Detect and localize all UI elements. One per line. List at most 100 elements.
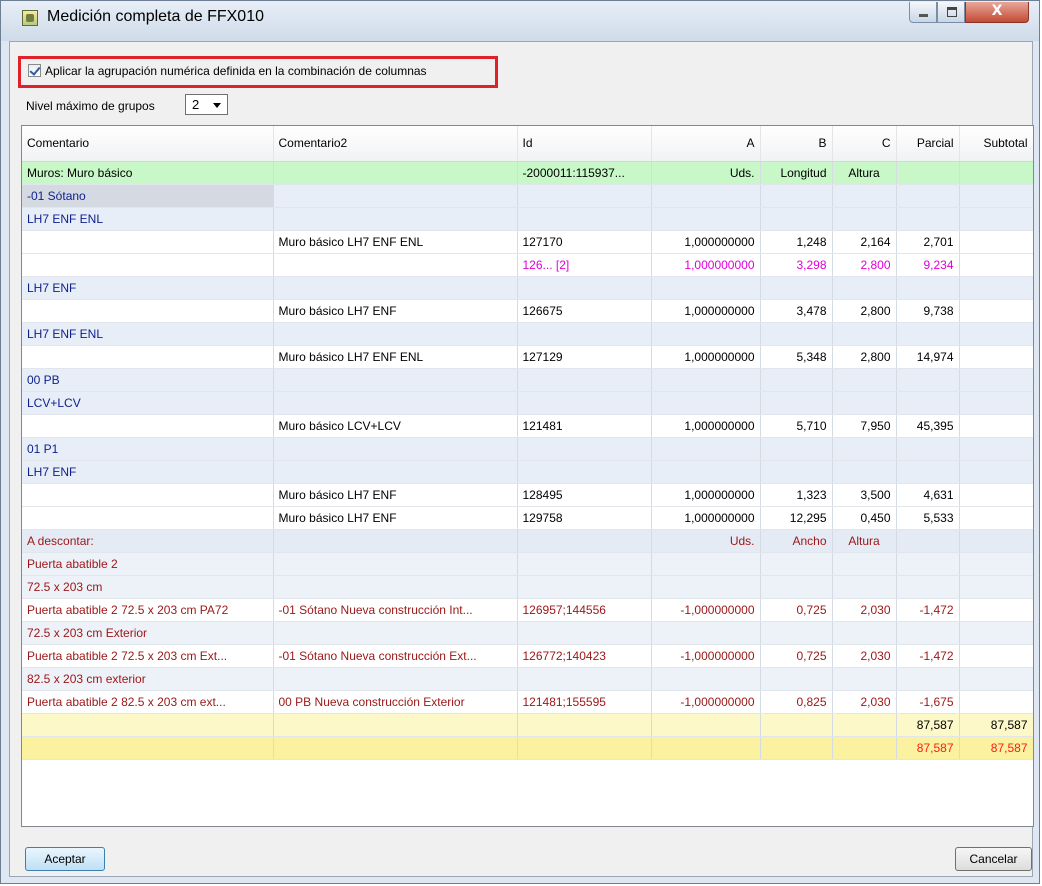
table-cell[interactable]: 2,800 — [832, 345, 897, 369]
table-cell[interactable] — [896, 207, 960, 231]
table-cell[interactable] — [651, 184, 761, 208]
table-row[interactable]: LCV+LCV — [22, 391, 1033, 415]
table-cell[interactable]: 126772;140423 — [517, 644, 652, 668]
table-cell[interactable] — [22, 506, 274, 530]
minimize-button[interactable] — [909, 2, 937, 23]
table-cell[interactable] — [22, 253, 274, 277]
table-cell[interactable] — [273, 391, 518, 415]
table-cell[interactable]: Muro básico LH7 ENF ENL — [273, 230, 518, 254]
table-cell[interactable]: 0,725 — [760, 598, 833, 622]
table-row[interactable]: Muro básico LH7 ENF 128495 1,000000000 1,32… — [22, 483, 1033, 507]
table-cell[interactable]: -1,472 — [896, 598, 960, 622]
table-cell[interactable] — [959, 322, 1033, 346]
table-cell[interactable]: 126... [2] — [517, 253, 652, 277]
table-cell[interactable]: 121481;155595 — [517, 690, 652, 714]
table-row[interactable]: 72.5 x 203 cm — [22, 575, 1033, 599]
table-cell[interactable]: 1,000000000 — [651, 230, 761, 254]
table-cell[interactable] — [651, 368, 761, 392]
table-cell[interactable] — [273, 368, 518, 392]
table-cell[interactable] — [959, 184, 1033, 208]
table-cell[interactable] — [959, 506, 1033, 530]
table-cell[interactable] — [517, 460, 652, 484]
table-row[interactable]: 01 P1 — [22, 437, 1033, 461]
table-cell[interactable] — [760, 207, 833, 231]
table-cell[interactable] — [832, 184, 897, 208]
table-cell[interactable] — [896, 552, 960, 576]
table-cell[interactable]: A descontar: — [22, 529, 274, 553]
table-cell[interactable]: 00 PB Nueva construcción Exterior — [273, 690, 518, 714]
table-cell[interactable] — [651, 276, 761, 300]
table-cell[interactable]: 45,395 — [896, 414, 960, 438]
table-cell[interactable] — [760, 667, 833, 691]
table-row[interactable]: 87,587 87,587 — [22, 736, 1033, 760]
table-cell[interactable] — [896, 276, 960, 300]
table-cell[interactable] — [760, 437, 833, 461]
table-cell[interactable] — [273, 161, 518, 185]
table-cell[interactable]: -1,000000000 — [651, 598, 761, 622]
table-row[interactable]: 87,587 87,587 — [22, 713, 1033, 737]
table-cell[interactable]: Puerta abatible 2 72.5 x 203 cm Ext... — [22, 644, 274, 668]
table-row[interactable]: LH7 ENF ENL — [22, 207, 1033, 231]
table-cell[interactable] — [959, 207, 1033, 231]
table-cell[interactable] — [959, 230, 1033, 254]
table-cell[interactable] — [832, 322, 897, 346]
column-header-comentario2[interactable]: Comentario2 — [273, 126, 518, 162]
table-cell[interactable]: Puerta abatible 2 82.5 x 203 cm ext... — [22, 690, 274, 714]
table-cell[interactable] — [896, 575, 960, 599]
table-cell[interactable] — [273, 736, 518, 760]
table-cell[interactable] — [273, 621, 518, 645]
table-cell[interactable] — [959, 483, 1033, 507]
table-cell[interactable] — [273, 437, 518, 461]
table-cell[interactable]: 2,800 — [832, 253, 897, 277]
table-cell[interactable]: -01 Sótano — [22, 184, 274, 208]
cancel-button[interactable]: Cancelar — [955, 847, 1032, 871]
table-cell[interactable] — [760, 460, 833, 484]
table-cell[interactable] — [273, 552, 518, 576]
table-cell[interactable] — [832, 207, 897, 231]
table-cell[interactable] — [517, 529, 652, 553]
max-groups-select[interactable]: 2 — [185, 94, 228, 115]
table-cell[interactable] — [959, 644, 1033, 668]
table-cell[interactable] — [959, 345, 1033, 369]
table-cell[interactable]: 1,248 — [760, 230, 833, 254]
table-cell[interactable] — [651, 713, 761, 737]
table-row[interactable]: Muro básico LCV+LCV 121481 1,000000000 5,71… — [22, 414, 1033, 438]
table-cell[interactable] — [832, 460, 897, 484]
table-cell[interactable] — [22, 483, 274, 507]
table-cell[interactable] — [832, 575, 897, 599]
table-cell[interactable] — [22, 345, 274, 369]
table-cell[interactable]: 126675 — [517, 299, 652, 323]
table-cell[interactable] — [273, 713, 518, 737]
table-cell[interactable]: -1,000000000 — [651, 690, 761, 714]
table-cell[interactable]: 2,030 — [832, 644, 897, 668]
table-row[interactable]: LH7 ENF — [22, 276, 1033, 300]
table-cell[interactable]: 12,295 — [760, 506, 833, 530]
column-header-c[interactable]: C — [832, 126, 897, 162]
table-cell[interactable] — [896, 529, 960, 553]
title-bar[interactable]: Medición completa de FFX010 X — [1, 1, 1039, 41]
table-cell[interactable] — [273, 322, 518, 346]
table-cell[interactable] — [832, 736, 897, 760]
table-cell[interactable]: 127170 — [517, 230, 652, 254]
table-cell[interactable] — [517, 575, 652, 599]
close-button[interactable]: X — [965, 2, 1029, 23]
table-cell[interactable] — [832, 552, 897, 576]
table-cell[interactable]: 129758 — [517, 506, 652, 530]
table-cell[interactable] — [959, 529, 1033, 553]
table-cell[interactable]: 87,587 — [959, 736, 1033, 760]
table-cell[interactable] — [22, 299, 274, 323]
table-cell[interactable] — [832, 437, 897, 461]
table-cell[interactable] — [896, 460, 960, 484]
table-cell[interactable]: 9,738 — [896, 299, 960, 323]
table-cell[interactable]: Muro básico LH7 ENF ENL — [273, 345, 518, 369]
table-cell[interactable]: 126957;144556 — [517, 598, 652, 622]
column-header-comentario[interactable]: Comentario — [22, 126, 274, 162]
table-cell[interactable]: 72.5 x 203 cm Exterior — [22, 621, 274, 645]
table-cell[interactable] — [832, 667, 897, 691]
table-cell[interactable]: 5,533 — [896, 506, 960, 530]
table-cell[interactable]: 0,450 — [832, 506, 897, 530]
table-cell[interactable]: 14,974 — [896, 345, 960, 369]
table-row[interactable]: LH7 ENF ENL — [22, 322, 1033, 346]
table-cell[interactable]: 2,164 — [832, 230, 897, 254]
table-cell[interactable] — [959, 690, 1033, 714]
